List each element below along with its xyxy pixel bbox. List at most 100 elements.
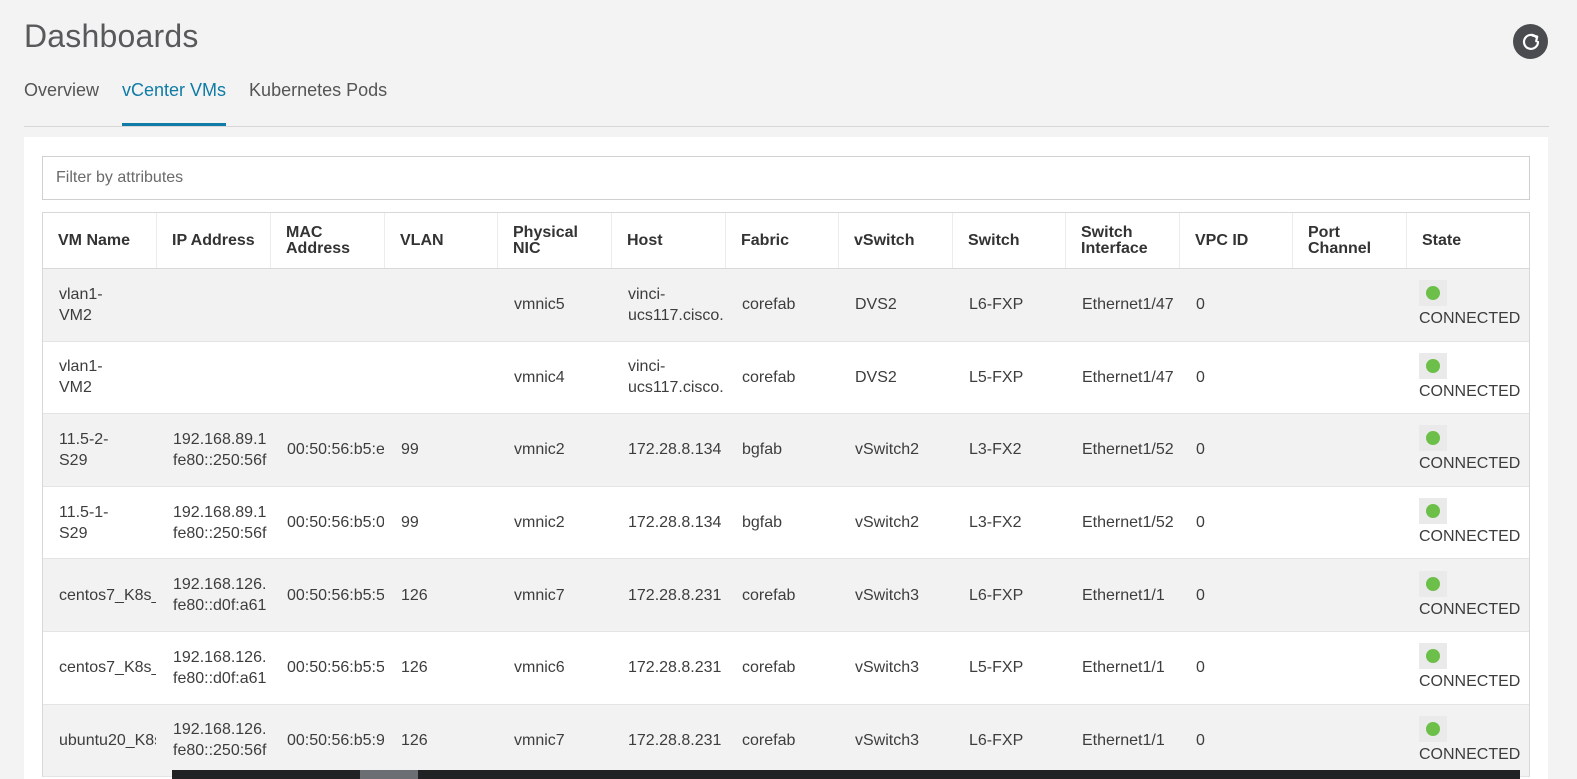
cell-host: 172.28.8.134 [628,441,722,459]
refresh-button[interactable] [1513,24,1548,59]
cell-host: 172.28.8.134 [628,514,722,532]
column-header-physical-nic[interactable]: Physical NIC [498,213,612,268]
column-header-fabric[interactable]: Fabric [726,213,839,268]
table-row[interactable]: 11.5-2- S29 192.168.89.1 fe80::250:56f 00:… [43,414,1529,487]
cell-physical-nic: vmnic5 [514,296,565,314]
cell-switch: L5-FXP [969,659,1024,677]
cell-vlan: 126 [401,586,428,604]
vm-table: VM Name IP Address MAC Address VLAN Phys… [42,212,1530,778]
cell-switch-interface: Ethernet1/52 [1082,514,1174,532]
page-title: Dashboards [24,18,199,54]
column-header-vlan[interactable]: VLAN [385,213,498,268]
column-header-switch[interactable]: Switch [953,213,1066,268]
state-label: CONNECTED [1419,600,1521,618]
cell-switch: L5-FXP [969,368,1024,386]
column-header-vpc-id[interactable]: VPC ID [1180,213,1293,268]
column-header-port-channel[interactable]: Port Channel [1293,213,1407,268]
cell-vpc-id: 0 [1196,441,1205,459]
cell-state: CONNECTED [1407,559,1521,631]
cell-switch: L6-FXP [969,296,1024,314]
table-row[interactable]: vlan1- VM2 vmnic4 vinci-ucs117.cisco. cor… [43,342,1529,415]
cell-vlan: 99 [401,441,419,459]
cell-mac-address [271,269,385,341]
cell-state: CONNECTED [1407,487,1521,559]
cell-physical-nic: vmnic2 [514,514,565,532]
cell-switch-interface: Ethernet1/47 [1082,296,1174,314]
cell-fabric: corefab [742,586,796,604]
table-row[interactable]: centos7_K8s_ 192.168.126. fe80::d0f:a61 0… [43,632,1529,705]
cell-mac-address: 00:50:56:b5:e [287,441,385,459]
column-header-switch-interface[interactable]: Switch Interface [1066,213,1180,268]
cell-fabric: bgfab [742,514,783,532]
state-label: CONNECTED [1419,673,1521,691]
tab-vcenter-vms[interactable]: vCenter VMs [122,74,227,126]
column-header-vm-name[interactable]: VM Name [43,213,157,268]
column-header-state[interactable]: State [1407,213,1521,268]
scrollbar-thumb[interactable] [360,770,418,779]
cell-vm-name: centos7_K8s_ [59,586,157,604]
cell-vswitch: vSwitch2 [855,514,920,532]
cell-ip-address: 192.168.126. fe80::d0f:a61 [173,648,267,687]
cell-port-channel [1293,269,1407,341]
cell-vm-name: ubuntu20_K8s [59,731,157,749]
cell-vswitch: vSwitch3 [855,586,920,604]
cell-vswitch: DVS2 [855,296,897,314]
cell-vswitch: vSwitch3 [855,731,920,749]
cell-switch-interface: Ethernet1/1 [1082,586,1165,604]
status-dot-icon [1426,721,1440,736]
state-label: CONNECTED [1419,528,1521,546]
cell-state: CONNECTED [1407,342,1521,414]
cell-vpc-id: 0 [1196,731,1205,749]
cell-vswitch: DVS2 [855,368,897,386]
cell-ip-address: 192.168.126. fe80::250:56f [173,721,267,760]
cell-vm-name: centos7_K8s_ [59,659,157,677]
status-dot-icon [1426,358,1440,373]
cell-vswitch: vSwitch2 [855,441,920,459]
cell-physical-nic: vmnic7 [514,586,565,604]
cell-vm-name: 11.5-2- S29 [59,430,109,469]
vcenter-vms-panel: VM Name IP Address MAC Address VLAN Phys… [24,137,1548,779]
cell-vlan [385,269,498,341]
state-label: CONNECTED [1419,382,1521,400]
status-badge [1419,498,1447,525]
cell-mac-address: 00:50:56:b5:5 [287,586,385,604]
status-dot-icon [1426,576,1440,591]
cell-host: vinci-ucs117.cisco. [628,285,724,324]
status-badge [1419,352,1447,379]
cell-switch: L3-FX2 [969,514,1022,532]
cell-vlan [385,342,498,414]
cell-physical-nic: vmnic2 [514,441,565,459]
cell-switch: L6-FXP [969,586,1024,604]
horizontal-scrollbar[interactable] [172,770,1520,779]
status-dot-icon [1426,286,1440,301]
tab-overview[interactable]: Overview [24,74,99,124]
table-header: VM Name IP Address MAC Address VLAN Phys… [43,213,1529,269]
cell-switch: L6-FXP [969,731,1024,749]
table-row[interactable]: ubuntu20_K8s 192.168.126. fe80::250:56f 0… [43,704,1529,778]
cell-vlan: 126 [401,659,428,677]
filter-input[interactable] [42,156,1530,200]
cell-vm-name: 11.5-1- S29 [59,503,109,542]
table-row[interactable]: centos7_K8s_ 192.168.126. fe80::d0f:a61 0… [43,559,1529,632]
cell-vpc-id: 0 [1196,296,1205,314]
column-header-vswitch[interactable]: vSwitch [839,213,953,268]
cell-mac-address: 00:50:56:b5:0 [287,514,385,532]
cell-switch-interface: Ethernet1/1 [1082,659,1165,677]
column-header-mac-address[interactable]: MAC Address [271,213,385,268]
status-dot-icon [1426,431,1440,446]
cell-fabric: corefab [742,731,796,749]
cell-vlan: 99 [401,514,419,532]
cell-fabric: corefab [742,659,796,677]
cell-switch-interface: Ethernet1/47 [1082,368,1174,386]
cell-switch: L3-FX2 [969,441,1022,459]
cell-port-channel [1293,487,1407,559]
table-row[interactable]: vlan1- VM2 vmnic5 vinci-ucs117.cisco. cor… [43,269,1529,342]
cell-port-channel [1293,632,1407,704]
column-header-ip-address[interactable]: IP Address [157,213,271,268]
cell-port-channel [1293,414,1407,486]
tab-kubernetes-pods[interactable]: Kubernetes Pods [249,74,387,124]
column-header-host[interactable]: Host [612,213,726,268]
cell-host: 172.28.8.231 [628,659,722,677]
cell-physical-nic: vmnic6 [514,659,565,677]
table-row[interactable]: 11.5-1- S29 192.168.89.1 fe80::250:56f 00:… [43,487,1529,560]
